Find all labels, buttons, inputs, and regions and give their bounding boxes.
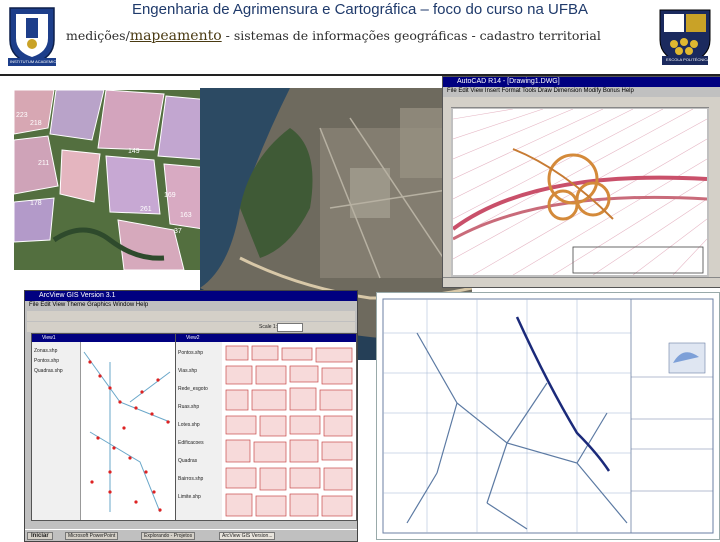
view2-table-of-contents: Pontos.shp Vias.shp Rede_esgoto Ruas.shp… [176, 342, 223, 520]
taskbar-item[interactable]: ArcView GIS Version... [219, 532, 276, 540]
windows-taskbar: Iniciar Microsoft PowerPoint Explorando … [25, 529, 357, 541]
layer-item[interactable]: Edificacoes [178, 440, 204, 446]
cad-modify-toolbar [709, 107, 720, 277]
arcview-titlebar: ArcView GIS Version 3.1 [25, 291, 357, 301]
view2-window: View2 Pontos.shp Vias.shp Rede_esgoto Ru… [175, 333, 357, 521]
parcel-label: 178 [30, 200, 42, 207]
ufba-logo: INSTITUTUM ACADEMICUM [4, 4, 63, 68]
slide-subtitle: medições/mapeamento - sistemas de inform… [66, 28, 601, 44]
cadastral-plan-sheet [376, 292, 720, 540]
layer-item[interactable]: Zonas.shp [34, 348, 57, 354]
subtitle-prefix: medições/ [66, 28, 130, 43]
parcel-label: 223 [16, 112, 28, 119]
layer-item[interactable]: Rede_esgoto [178, 386, 208, 392]
view1-title: View1 [42, 335, 56, 341]
view2-title: View2 [186, 335, 200, 341]
parcel-label: 261 [140, 206, 152, 213]
parcel-map-image: 223 218 211 149 178 261 169 37 163 [14, 90, 210, 270]
cad-command-line[interactable] [443, 277, 720, 287]
cad-title: AutoCAD R14 - [Drawing1.DWG] [457, 78, 560, 85]
parcel-label: 163 [180, 212, 192, 219]
layer-item[interactable]: Limite.shp [178, 494, 201, 500]
layer-item[interactable]: Lotes.shp [178, 422, 200, 428]
layer-item[interactable]: Pontos.shp [34, 358, 59, 364]
cad-drawing-area[interactable] [451, 108, 708, 276]
cad-toolbar [443, 97, 720, 108]
subtitle-emphasis: mapeamento [129, 28, 222, 44]
cad-window: AutoCAD R14 - [Drawing1.DWG] File Edit V… [442, 76, 720, 288]
ufba-logo-ribbon: INSTITUTUM ACADEMICUM [10, 59, 63, 64]
escola-logo-ribbon: ESCOLA POLITÉCNICA [666, 57, 710, 62]
layer-item[interactable]: Bairros.shp [178, 476, 203, 482]
parcel-label: 169 [164, 192, 176, 199]
scale-label: Scale 1: [259, 324, 278, 330]
parcel-label: 37 [174, 228, 182, 235]
layer-item[interactable]: Pontos.shp [178, 350, 203, 356]
layer-item[interactable]: Vias.shp [178, 368, 197, 374]
view1-window: View1 Zonas.shp Pontos.shp Quadras.shp [31, 333, 177, 521]
layer-item[interactable]: Quadras.shp [34, 368, 63, 374]
slide-title: Engenharia de Agrimensura e Cartográfica… [131, 1, 589, 18]
cad-titlebar: AutoCAD R14 - [Drawing1.DWG] [443, 77, 720, 87]
parcel-label: 218 [30, 120, 42, 127]
view1-map-canvas[interactable] [80, 342, 176, 520]
view1-titlebar: View1 [32, 334, 176, 342]
start-button[interactable]: Iniciar [27, 532, 53, 540]
subtitle-rest: - sistemas de informações geográficas - … [221, 28, 601, 43]
layer-item[interactable]: Ruas.shp [178, 404, 199, 410]
taskbar-item[interactable]: Explorando - Projetos [141, 532, 196, 540]
layer-item[interactable]: Quadras [178, 458, 197, 464]
taskbar-item[interactable]: Microsoft PowerPoint [65, 532, 119, 540]
cad-menubar[interactable]: File Edit View Insert Format Tools Draw … [447, 87, 634, 96]
arcview-button-bar [27, 311, 355, 321]
arcview-window: ArcView GIS Version 3.1 File Edit View T… [24, 290, 358, 542]
cad-draw-toolbar [443, 107, 451, 277]
arcview-menubar[interactable]: File Edit View Theme Graphics Window Hel… [29, 301, 148, 310]
view2-titlebar: View2 [176, 334, 356, 342]
parcel-label: 149 [128, 148, 140, 155]
view1-table-of-contents: Zonas.shp Pontos.shp Quadras.shp [32, 342, 81, 520]
arcview-title: ArcView GIS Version 3.1 [39, 292, 116, 299]
escola-politecnica-logo: ESCOLA POLITÉCNICA [654, 6, 716, 68]
parcel-label: 211 [38, 160, 50, 167]
arcview-tool-bar: Scale 1: [27, 322, 355, 332]
scale-input[interactable] [277, 323, 303, 332]
view2-map-canvas[interactable] [222, 342, 356, 520]
